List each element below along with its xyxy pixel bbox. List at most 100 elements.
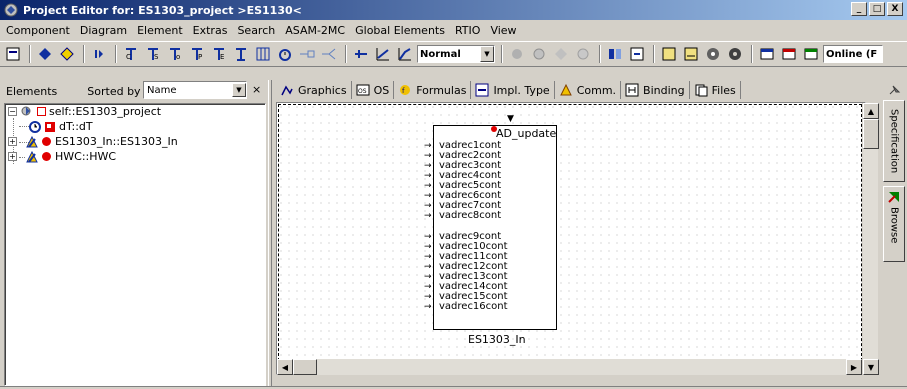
tree-item-hwc[interactable]: + HWC::HWC bbox=[8, 149, 116, 164]
window-a-icon[interactable] bbox=[757, 44, 777, 64]
tab-formulas[interactable]: f Formulas bbox=[394, 81, 472, 99]
vertical-scroll-thumb[interactable] bbox=[863, 119, 879, 149]
tab-binding[interactable]: Binding bbox=[621, 81, 690, 99]
menu-asam-2mc[interactable]: ASAM-2MC bbox=[285, 24, 345, 37]
signal-s-icon[interactable]: S bbox=[143, 44, 163, 64]
port-arrow-icon: → bbox=[424, 252, 432, 262]
port-arrow-icon: → bbox=[424, 282, 432, 292]
port-arrow-icon: → bbox=[424, 151, 432, 161]
diamond-yellow-icon[interactable] bbox=[57, 44, 77, 64]
tree-item-project[interactable]: − self::ES1303_project bbox=[8, 104, 161, 119]
tree-item-label: HWC::HWC bbox=[55, 150, 117, 163]
signal-p-icon[interactable]: P bbox=[187, 44, 207, 64]
browse-icon bbox=[887, 190, 901, 204]
signal-o-icon[interactable]: o bbox=[165, 44, 185, 64]
signal-e-icon[interactable]: E bbox=[209, 44, 229, 64]
tab-browse[interactable]: Browse bbox=[883, 186, 905, 262]
maximize-button[interactable]: □ bbox=[869, 2, 885, 16]
svg-text:o: o bbox=[176, 53, 180, 61]
expand-icon[interactable]: + bbox=[8, 137, 17, 146]
menu-rtio[interactable]: RTIO bbox=[455, 24, 480, 37]
window-c-icon[interactable] bbox=[801, 44, 821, 64]
route-icon[interactable] bbox=[351, 44, 371, 64]
run-disabled-icon[interactable] bbox=[507, 44, 527, 64]
tab-os[interactable]: OS OS bbox=[352, 81, 395, 99]
minimize-button[interactable]: _ bbox=[851, 2, 867, 16]
sort-select[interactable]: Name ▼ bbox=[143, 81, 247, 99]
scroll-down-icon[interactable]: ▼ bbox=[863, 359, 879, 375]
mode-select[interactable]: Normal ▼ bbox=[417, 45, 495, 63]
sort-select-value: Name bbox=[147, 84, 177, 96]
collapse-icon[interactable]: − bbox=[8, 107, 17, 116]
tab-label: Graphics bbox=[298, 83, 347, 97]
scroll-up-icon[interactable]: ▲ bbox=[863, 103, 879, 119]
build-b-icon[interactable] bbox=[681, 44, 701, 64]
pin-icon[interactable] bbox=[887, 82, 903, 101]
port-arrow-icon: → bbox=[424, 171, 432, 181]
window-b-icon[interactable] bbox=[779, 44, 799, 64]
tree-item-dt[interactable]: dT::dT bbox=[29, 119, 93, 134]
close-button[interactable]: X bbox=[887, 2, 903, 16]
online-select[interactable]: Online (F bbox=[823, 45, 883, 63]
svg-text:S: S bbox=[154, 53, 159, 61]
menu-view[interactable]: View bbox=[490, 24, 516, 37]
trigger-port-label[interactable]: AD_update bbox=[496, 128, 556, 139]
port-arrow-icon: → bbox=[424, 262, 432, 272]
timer-icon[interactable] bbox=[275, 44, 295, 64]
element-tree[interactable]: − self::ES1303_project dT::dT + ES1303_I… bbox=[4, 103, 266, 386]
scroll-left-icon[interactable]: ◀ bbox=[277, 359, 293, 375]
grid-icon[interactable] bbox=[253, 44, 273, 64]
build-disabled-icon[interactable] bbox=[573, 44, 593, 64]
sorted-by-label: Sorted by bbox=[87, 84, 141, 98]
input-port-label[interactable]: vadrec8cont bbox=[439, 211, 501, 221]
diamond-blue-icon[interactable] bbox=[35, 44, 55, 64]
tree-item-label: self::ES1303_project bbox=[49, 105, 162, 118]
tab-comm[interactable]: Comm. bbox=[555, 81, 622, 99]
title-bar[interactable]: Project Editor for: ES1303_project >ES11… bbox=[0, 0, 907, 20]
input-port-label[interactable]: vadrec16cont bbox=[439, 302, 508, 312]
chevron-down-icon[interactable]: ▼ bbox=[480, 46, 494, 62]
build-a-icon[interactable] bbox=[659, 44, 679, 64]
step-icon[interactable] bbox=[89, 44, 109, 64]
chart-line-icon[interactable] bbox=[373, 44, 393, 64]
chart-area-icon[interactable] bbox=[395, 44, 415, 64]
layout-icon[interactable] bbox=[605, 44, 625, 64]
properties-icon[interactable] bbox=[3, 44, 23, 64]
clock-icon bbox=[29, 120, 42, 133]
window-title: Project Editor for: ES1303_project >ES11… bbox=[23, 3, 302, 17]
horizontal-scroll-thumb[interactable] bbox=[293, 359, 317, 375]
record-disabled-icon[interactable] bbox=[529, 44, 549, 64]
compile-disabled-icon[interactable] bbox=[551, 44, 571, 64]
tab-files[interactable]: Files bbox=[690, 81, 741, 99]
svg-text:C: C bbox=[126, 53, 131, 61]
tab-impl-type[interactable]: Impl. Type bbox=[471, 81, 555, 99]
chevron-down-icon[interactable]: ▼ bbox=[232, 83, 246, 97]
files-icon bbox=[694, 83, 708, 97]
tab-specification[interactable]: Specification bbox=[883, 100, 905, 182]
menu-search[interactable]: Search bbox=[237, 24, 275, 37]
tab-graphics[interactable]: Graphics bbox=[276, 81, 352, 99]
menu-element[interactable]: Element bbox=[137, 24, 183, 37]
menu-component[interactable]: Component bbox=[6, 24, 70, 37]
port-arrow-icon: → bbox=[424, 201, 432, 211]
branch-icon[interactable] bbox=[319, 44, 339, 64]
graphics-canvas[interactable] bbox=[276, 102, 866, 375]
gear-icon[interactable] bbox=[725, 44, 745, 64]
signal-up-icon[interactable] bbox=[231, 44, 251, 64]
horizontal-scrollbar[interactable]: ◀ ▶ bbox=[277, 359, 862, 375]
menu-global-elements[interactable]: Global Elements bbox=[355, 24, 445, 37]
scroll-right-icon[interactable]: ▶ bbox=[846, 359, 862, 375]
panel-splitter[interactable] bbox=[268, 80, 272, 386]
tree-item-es1303-in[interactable]: + ES1303_In::ES1303_In bbox=[8, 134, 178, 149]
import-icon[interactable] bbox=[627, 44, 647, 64]
toolbar: C S o P E Normal ▼ Online (F bbox=[0, 41, 907, 67]
expand-icon[interactable]: + bbox=[8, 152, 17, 161]
signal-c-icon[interactable]: C bbox=[121, 44, 141, 64]
menu-extras[interactable]: Extras bbox=[193, 24, 228, 37]
close-panel-icon[interactable]: × bbox=[252, 83, 261, 96]
connector-icon[interactable] bbox=[297, 44, 317, 64]
menu-diagram[interactable]: Diagram bbox=[80, 24, 127, 37]
vertical-scrollbar[interactable]: ▲ ▼ bbox=[862, 103, 879, 375]
experiment-icon[interactable] bbox=[703, 44, 723, 64]
tab-label: Impl. Type bbox=[493, 83, 550, 97]
